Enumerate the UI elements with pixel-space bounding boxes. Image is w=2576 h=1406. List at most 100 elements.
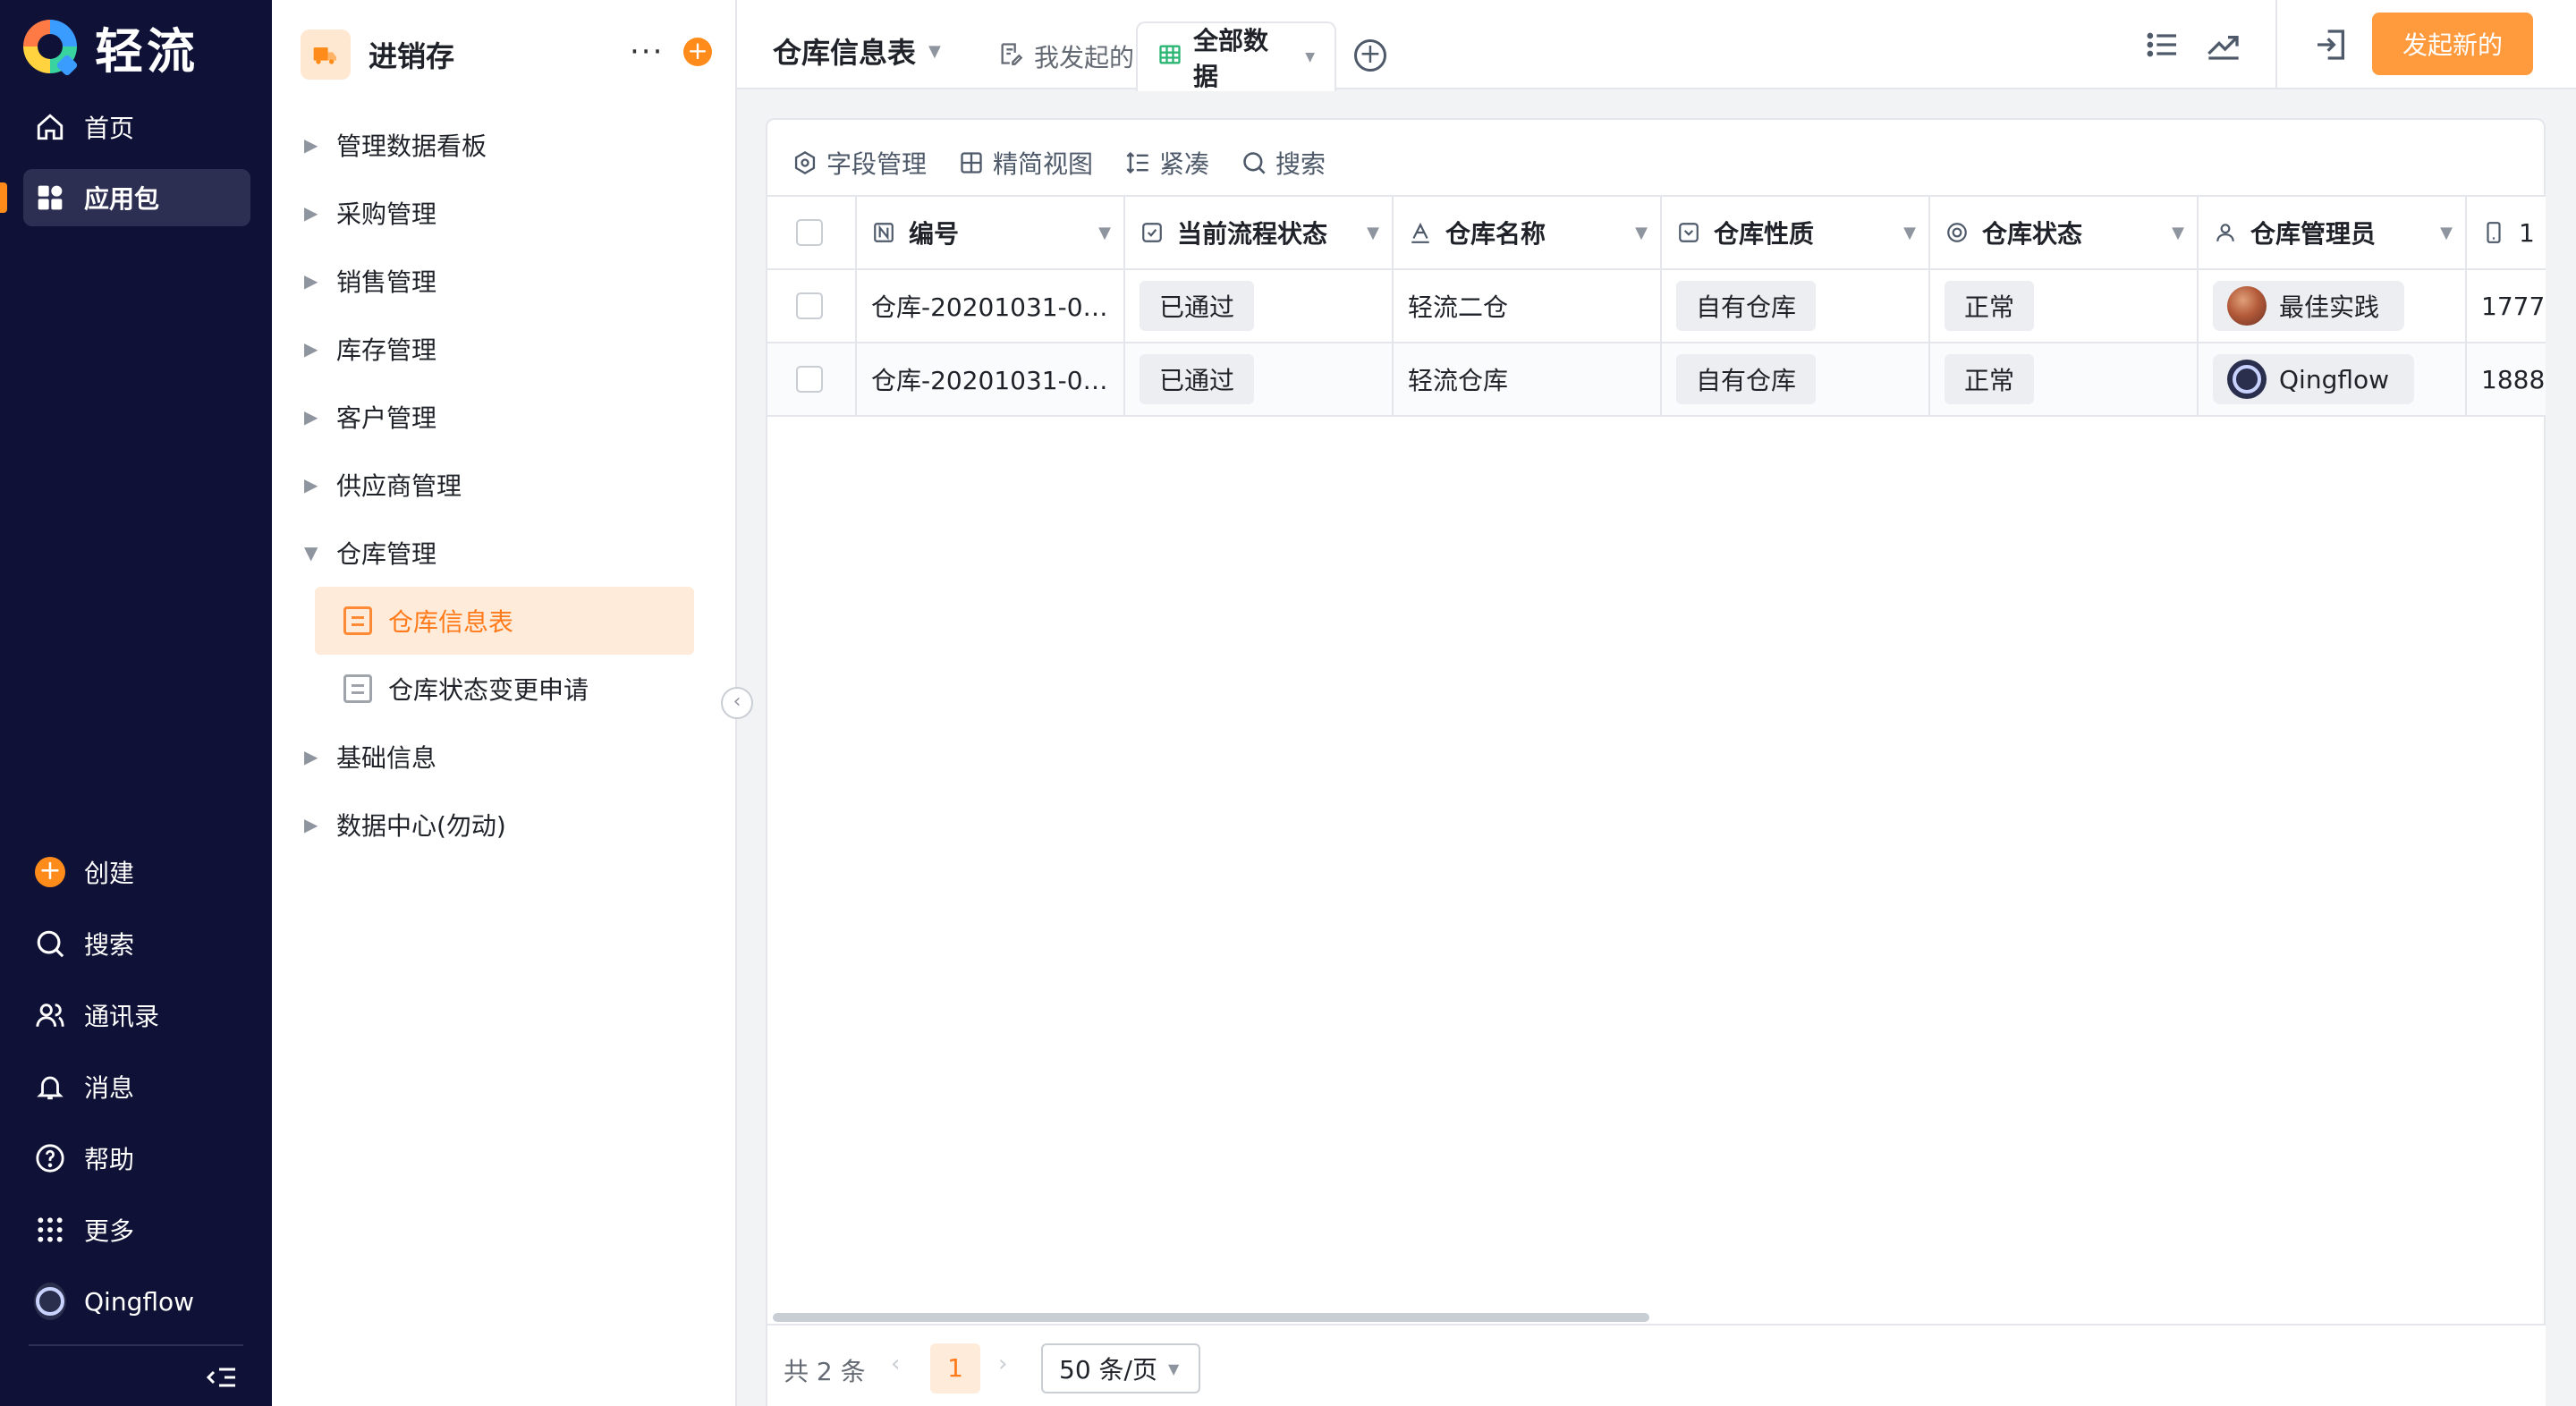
row-checkbox[interactable] (796, 366, 823, 393)
nav-item-more[interactable]: 更多 (23, 1201, 250, 1258)
chevron-down-icon[interactable]: ▼ (2172, 224, 2184, 242)
import-icon[interactable] (2313, 27, 2349, 63)
tree-label: 管理数据看板 (336, 131, 487, 161)
table-row[interactable]: 仓库-20201031-0… 已通过 轻流二仓 自有仓库 正常 最佳实践 177… (767, 270, 2546, 343)
caret-right-icon: ▶ (304, 134, 318, 156)
nav-item-create[interactable]: + 创建 (23, 843, 250, 901)
column-header-phone[interactable]: 1 (2467, 197, 2546, 268)
column-header-state[interactable]: 仓库状态 ▼ (1930, 197, 2199, 268)
tree-item-sales[interactable]: ▶ 销售管理 (304, 249, 698, 313)
cell-phone: 1888 (2481, 364, 2546, 394)
trend-chart-icon[interactable] (2206, 27, 2241, 63)
cell-manager: Qingflow (2199, 343, 2467, 415)
chevron-down-icon[interactable]: ▼ (1635, 224, 1648, 242)
caret-down-icon: ▼ (304, 542, 318, 563)
cell-nature: 自有仓库 (1662, 343, 1930, 415)
nature-tag: 自有仓库 (1676, 354, 1817, 404)
column-label: 1 (2519, 217, 2535, 248)
total-count: 共 2 条 (784, 1357, 866, 1386)
grid-view-icon (961, 152, 982, 174)
add-view-icon[interactable]: + (1354, 39, 1386, 72)
form-title-dropdown[interactable]: 仓库信息表 ▼ (773, 30, 941, 72)
new-record-button[interactable]: 发起新的 (2372, 13, 2533, 75)
column-header-nature[interactable]: 仓库性质 ▼ (1662, 197, 1930, 268)
nav-item-user[interactable]: Qingflow (23, 1273, 250, 1330)
horizontal-scrollbar[interactable] (773, 1313, 1649, 1322)
logo-icon (23, 20, 77, 73)
nav-item-home[interactable]: 首页 (23, 98, 250, 156)
page-size-select[interactable]: 50 条/页 ▼ (1041, 1343, 1200, 1393)
number-field-icon (871, 220, 896, 245)
column-header-manager[interactable]: 仓库管理员 ▼ (2199, 197, 2467, 268)
avatar (2227, 286, 2267, 326)
search-icon (1243, 152, 1266, 174)
tree-label: 仓库状态变更申请 (388, 675, 589, 705)
tree-item-dashboard[interactable]: ▶ 管理数据看板 (304, 113, 698, 177)
tree-item-customers[interactable]: ▶ 客户管理 (304, 385, 698, 449)
chevron-down-icon[interactable]: ▼ (1098, 224, 1111, 242)
add-form-button[interactable]: + (683, 38, 712, 66)
tree-sub-warehouse-change[interactable]: 仓库状态变更申请 (315, 655, 694, 723)
nav-item-contacts[interactable]: 通讯录 (23, 987, 250, 1044)
column-label: 编号 (909, 219, 960, 249)
row-checkbox[interactable] (796, 292, 823, 319)
compact-view-button[interactable]: 精简视图 (959, 145, 1093, 181)
row-height-icon (1126, 151, 1148, 174)
logo[interactable]: 轻流 (23, 18, 199, 80)
column-label: 当前流程状态 (1177, 219, 1328, 249)
chevron-down-icon[interactable]: ▼ (2440, 224, 2453, 242)
tree-item-data-center[interactable]: ▶ 数据中心(勿动) (304, 792, 698, 857)
tree-label: 数据中心(勿动) (336, 811, 506, 841)
cell-state: 正常 (1930, 343, 2199, 415)
column-header-name[interactable]: 仓库名称 ▼ (1394, 197, 1662, 268)
chevron-down-icon[interactable]: ▼ (1367, 224, 1379, 242)
member-name: 最佳实践 (2279, 292, 2380, 322)
select-field-icon (1676, 220, 1701, 245)
divider (29, 1344, 243, 1346)
cell-nature: 自有仓库 (1662, 270, 1930, 342)
list-icon[interactable] (2145, 27, 2181, 63)
chevron-down-icon[interactable]: ▼ (1903, 224, 1916, 242)
tree-sub-warehouse-info[interactable]: 仓库信息表 (315, 587, 694, 655)
nav-label: 通讯录 (84, 1002, 160, 1031)
tree-item-basic-info[interactable]: ▶ 基础信息 (304, 724, 698, 789)
next-page-icon[interactable]: › (998, 1351, 1007, 1377)
cell-state: 正常 (1930, 270, 2199, 342)
tab-mine[interactable]: 我发起的 (979, 21, 1154, 91)
column-label: 仓库性质 (1714, 219, 1815, 249)
table-toolbar: 字段管理 精简视图 紧凑 搜索 (792, 143, 1358, 182)
caret-right-icon: ▶ (304, 474, 318, 495)
table-card: 字段管理 精简视图 紧凑 搜索 编号 ▼ 当前流程状态 ▼ 仓库名称 ▼ 仓库性… (766, 118, 2546, 1406)
tree-item-suppliers[interactable]: ▶ 供应商管理 (304, 453, 698, 517)
density-button[interactable]: 紧凑 (1125, 145, 1209, 181)
select-all-checkbox[interactable] (796, 219, 823, 246)
app-header[interactable]: 进销存 (301, 27, 454, 82)
tab-all-data[interactable]: 全部数据 ▼ (1136, 21, 1336, 91)
member-chip[interactable]: 最佳实践 (2213, 281, 2405, 331)
more-options-icon[interactable]: ··· (630, 34, 664, 70)
cell-id: 仓库-20201031-0… (857, 343, 1125, 415)
member-chip[interactable]: Qingflow (2213, 354, 2415, 404)
table-row[interactable]: 仓库-20201031-0… 已通过 轻流仓库 自有仓库 正常 Qingflow… (767, 343, 2546, 417)
column-header-id[interactable]: 编号 ▼ (857, 197, 1125, 268)
collapse-nav-icon[interactable] (206, 1363, 242, 1395)
nav-item-search[interactable]: 搜索 (23, 915, 250, 972)
column-header-status[interactable]: 当前流程状态 ▼ (1125, 197, 1394, 268)
prev-page-icon[interactable]: ‹ (891, 1351, 900, 1377)
text-field-icon (1408, 220, 1433, 245)
nav-item-help[interactable]: 帮助 (23, 1130, 250, 1187)
tree-label: 仓库信息表 (388, 607, 514, 637)
home-icon (34, 111, 66, 143)
nav-item-apps[interactable]: 应用包 (23, 169, 250, 226)
collapse-sidebar-icon[interactable]: ‹ (721, 687, 753, 719)
current-page[interactable]: 1 (930, 1343, 980, 1393)
field-manage-button[interactable]: 字段管理 (792, 145, 927, 181)
form-title: 仓库信息表 (773, 36, 917, 70)
tree-item-warehouse[interactable]: ▼ 仓库管理 (304, 521, 698, 585)
tree-item-purchase[interactable]: ▶ 采购管理 (304, 181, 698, 245)
tree-item-inventory[interactable]: ▶ 库存管理 (304, 317, 698, 381)
search-button[interactable]: 搜索 (1241, 145, 1326, 181)
status-field-icon (1140, 220, 1165, 245)
nav-item-messages[interactable]: 消息 (23, 1058, 250, 1115)
topbar: 仓库信息表 ▼ 我发起的 全部数据 ▼ + 发起新的 (737, 0, 2576, 91)
